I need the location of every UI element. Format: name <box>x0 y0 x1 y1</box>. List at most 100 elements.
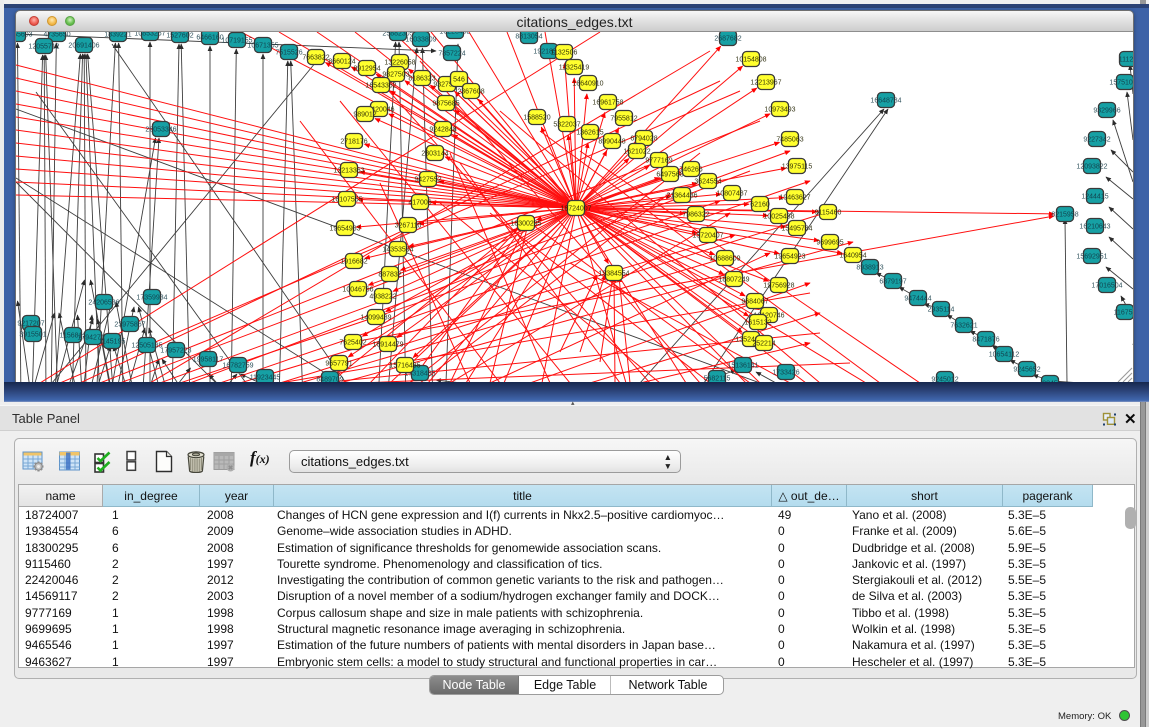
svg-text:8938913: 8938913 <box>856 265 883 272</box>
svg-text:10046766: 10046766 <box>342 287 373 294</box>
svg-text:9777169: 9777169 <box>645 158 672 165</box>
svg-text:16543362: 16543362 <box>365 83 396 90</box>
svg-text:4938222: 4938222 <box>369 294 396 301</box>
svg-text:15692951: 15692951 <box>1076 254 1107 261</box>
svg-text:10807487: 10807487 <box>716 191 747 198</box>
svg-text:17016504: 17016504 <box>1091 283 1122 290</box>
svg-text:1145195: 1145195 <box>99 339 126 346</box>
svg-text:24206536: 24206536 <box>88 300 119 307</box>
svg-text:7485063: 7485063 <box>776 137 803 144</box>
svg-text:11923445: 11923445 <box>250 375 281 382</box>
svg-text:9875685: 9875685 <box>432 101 459 108</box>
svg-text:887832: 887832 <box>378 272 401 279</box>
svg-text:3624554: 3624554 <box>694 179 721 186</box>
svg-text:2718176: 2718176 <box>340 139 367 146</box>
svg-text:10228452: 10228452 <box>439 32 470 36</box>
svg-text:15720407: 15720407 <box>692 233 723 240</box>
svg-text:13226058: 13226058 <box>384 60 415 67</box>
svg-text:9227342: 9227342 <box>1083 137 1110 144</box>
svg-text:1132506: 1132506 <box>551 50 578 57</box>
svg-text:7663822: 7663822 <box>302 55 329 62</box>
svg-text:1916682: 1916682 <box>340 259 367 266</box>
svg-text:9245652: 9245652 <box>1013 367 1040 374</box>
svg-text:16782759: 16782759 <box>222 363 253 370</box>
svg-text:1244415: 1244415 <box>1081 194 1108 201</box>
svg-text:17359934: 17359934 <box>136 295 167 302</box>
svg-text:1839221: 1839221 <box>104 32 131 39</box>
svg-text:10688609: 10688609 <box>709 256 740 263</box>
svg-text:7625402: 7625402 <box>339 340 366 347</box>
svg-text:19654923: 19654923 <box>774 254 805 261</box>
svg-text:18724007: 18724007 <box>560 206 591 213</box>
svg-text:7515526: 7515526 <box>275 50 302 57</box>
svg-text:8912954: 8912954 <box>353 66 380 73</box>
svg-text:12093822: 12093822 <box>1076 164 1107 171</box>
svg-text:10025438: 10025438 <box>763 214 794 221</box>
svg-text:1615132: 1615132 <box>744 320 771 327</box>
svg-text:7632621: 7632621 <box>950 323 977 330</box>
svg-text:8990448: 8990448 <box>598 139 625 146</box>
svg-text:1733426: 1733426 <box>772 370 799 377</box>
svg-text:16914479: 16914479 <box>372 342 403 349</box>
svg-text:9427552: 9427552 <box>414 177 441 184</box>
svg-text:9242848: 9242848 <box>429 127 456 134</box>
svg-text:989012: 989012 <box>353 112 376 119</box>
svg-text:15495784: 15495784 <box>781 226 812 233</box>
svg-text:8186323: 8186323 <box>408 76 435 83</box>
svg-text:1640954: 1640954 <box>839 253 866 260</box>
svg-text:417006: 417006 <box>408 200 431 207</box>
svg-text:2367608: 2367608 <box>457 89 484 96</box>
svg-text:1621022: 1621022 <box>623 149 650 156</box>
svg-text:1527602: 1527602 <box>166 33 193 40</box>
svg-text:19756928: 19756928 <box>763 283 794 290</box>
svg-text:16961758: 16961758 <box>592 100 623 107</box>
svg-text:9657791: 9657791 <box>325 361 352 368</box>
svg-text:15136141: 15136141 <box>727 363 758 370</box>
svg-text:252214: 252214 <box>752 341 775 348</box>
svg-text:14353594: 14353594 <box>382 247 413 254</box>
svg-text:10853267: 10853267 <box>134 32 165 38</box>
svg-text:8471876: 8471876 <box>972 337 999 344</box>
svg-text:12055712: 12055712 <box>28 44 59 51</box>
svg-text:22455603: 22455603 <box>16 32 33 39</box>
svg-text:11123: 11123 <box>1119 57 1133 64</box>
svg-text:7955812: 7955812 <box>610 116 637 123</box>
svg-text:12213363: 12213363 <box>333 168 364 175</box>
svg-text:7986322: 7986322 <box>682 212 709 219</box>
svg-text:2935114: 2935114 <box>928 307 955 314</box>
svg-text:19384554: 19384554 <box>598 271 629 278</box>
svg-text:2803144: 2803144 <box>421 151 448 158</box>
svg-text:6879197: 6879197 <box>879 279 906 286</box>
svg-text:3915501: 3915501 <box>19 332 46 339</box>
svg-text:746266: 746266 <box>679 167 702 174</box>
svg-text:16648784: 16648784 <box>870 98 901 105</box>
svg-text:15716485: 15716485 <box>389 363 420 370</box>
svg-text:12505135: 12505135 <box>131 343 162 350</box>
svg-text:16210643: 16210643 <box>1079 224 1110 231</box>
svg-text:62160: 62160 <box>750 202 770 209</box>
svg-text:18640910: 18640910 <box>572 81 603 88</box>
svg-text:8660124: 8660124 <box>328 59 355 66</box>
svg-text:14099489: 14099489 <box>360 315 391 322</box>
svg-text:11325419: 11325419 <box>559 65 590 72</box>
svg-text:9699695: 9699695 <box>816 240 843 247</box>
svg-text:9115460: 9115460 <box>815 210 842 217</box>
svg-text:10154808: 10154808 <box>735 57 766 64</box>
svg-text:7857224: 7857224 <box>438 51 465 58</box>
svg-text:19654983: 19654983 <box>329 226 360 233</box>
svg-text:18807249: 18807249 <box>718 277 749 284</box>
svg-text:10671355: 10671355 <box>247 43 278 50</box>
svg-text:9329966: 9329966 <box>1093 108 1120 115</box>
svg-text:21364436: 21364436 <box>666 193 697 200</box>
svg-text:6466160: 6466160 <box>196 35 223 42</box>
svg-text:12213967: 12213967 <box>750 80 781 87</box>
svg-text:10973493: 10973493 <box>764 107 795 114</box>
svg-text:16107555: 16107555 <box>331 197 362 204</box>
svg-text:116753: 116753 <box>1114 310 1133 317</box>
svg-text:18300295: 18300295 <box>510 221 541 228</box>
svg-text:10654112: 10654112 <box>989 352 1020 359</box>
svg-text:15751074: 15751074 <box>1109 80 1133 87</box>
svg-text:9684067: 9684067 <box>741 299 768 306</box>
svg-text:19463627: 19463627 <box>779 195 810 202</box>
svg-text:19958117: 19958117 <box>193 357 224 364</box>
